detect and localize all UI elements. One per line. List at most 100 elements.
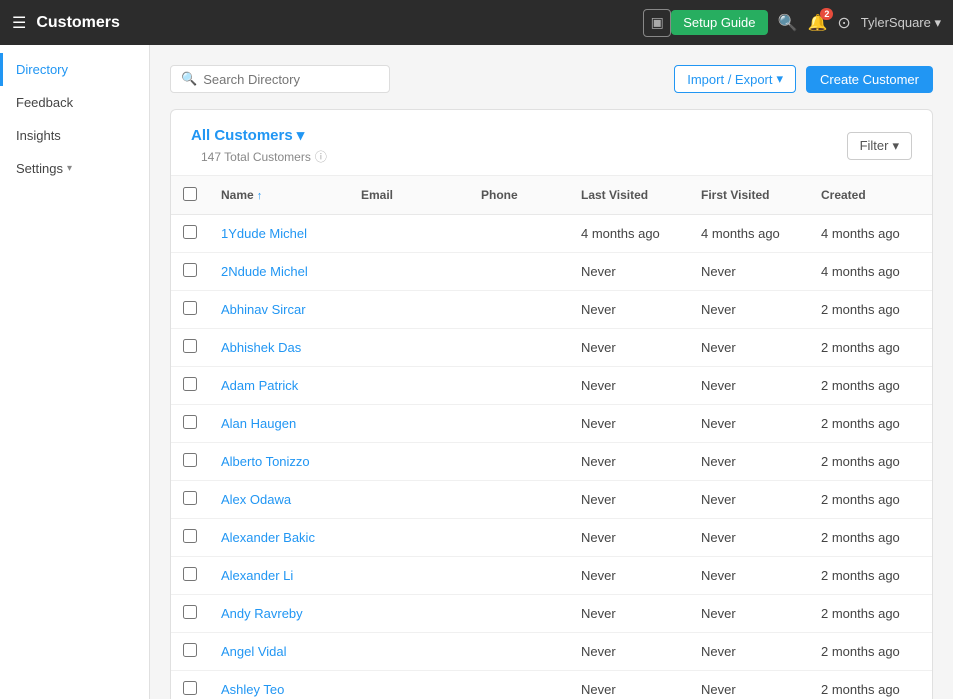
- row-checkbox-cell[interactable]: [171, 595, 209, 633]
- col-company-header[interactable]: Company: [929, 176, 933, 215]
- row-checkbox[interactable]: [183, 339, 197, 353]
- row-last-visited: Never: [569, 329, 689, 367]
- customer-name-link[interactable]: Alexander Li: [221, 568, 293, 583]
- customer-name-link[interactable]: Alan Haugen: [221, 416, 296, 431]
- row-checkbox[interactable]: [183, 567, 197, 581]
- row-name[interactable]: Alberto Tonizzo: [209, 443, 349, 481]
- row-last-visited: Never: [569, 253, 689, 291]
- row-checkbox-cell[interactable]: [171, 481, 209, 519]
- customer-name-link[interactable]: Abhinav Sircar: [221, 302, 306, 317]
- row-checkbox[interactable]: [183, 681, 197, 695]
- search-icon[interactable]: 🔍: [778, 13, 798, 33]
- row-name[interactable]: Alan Haugen: [209, 405, 349, 443]
- row-checkbox-cell[interactable]: [171, 633, 209, 671]
- col-last-visited-header[interactable]: Last Visited: [569, 176, 689, 215]
- setup-guide-button[interactable]: Setup Guide: [671, 10, 767, 35]
- row-last-visited: Never: [569, 595, 689, 633]
- row-checkbox[interactable]: [183, 529, 197, 543]
- table-row: Andy Ravreby Never Never 2 months ago: [171, 595, 933, 633]
- row-phone: [469, 557, 569, 595]
- customer-name-link[interactable]: Ashley Teo: [221, 682, 284, 697]
- col-created-header[interactable]: Created: [809, 176, 929, 215]
- row-checkbox[interactable]: [183, 453, 197, 467]
- row-name[interactable]: Angel Vidal: [209, 633, 349, 671]
- row-created: 2 months ago: [809, 481, 929, 519]
- row-company: [929, 595, 933, 633]
- row-phone: [469, 291, 569, 329]
- row-first-visited: Never: [689, 633, 809, 671]
- customer-name-link[interactable]: 1Ydude Michel: [221, 226, 307, 241]
- row-checkbox-cell[interactable]: [171, 215, 209, 253]
- row-checkbox-cell[interactable]: [171, 367, 209, 405]
- select-all-checkbox[interactable]: [183, 187, 197, 201]
- row-created: 2 months ago: [809, 519, 929, 557]
- customer-name-link[interactable]: Alexander Bakic: [221, 530, 315, 545]
- row-phone: [469, 253, 569, 291]
- import-export-button[interactable]: Import / Export ▾: [674, 65, 796, 93]
- row-checkbox-cell[interactable]: [171, 671, 209, 699]
- sidebar-item-label: Feedback: [16, 95, 73, 110]
- row-checkbox[interactable]: [183, 377, 197, 391]
- col-phone-header[interactable]: Phone: [469, 176, 569, 215]
- customer-name-link[interactable]: 2Ndude Michel: [221, 264, 308, 279]
- create-customer-button[interactable]: Create Customer: [806, 66, 933, 93]
- row-created: 2 months ago: [809, 291, 929, 329]
- search-icon: 🔍: [181, 71, 197, 87]
- customer-name-link[interactable]: Alex Odawa: [221, 492, 291, 507]
- customer-name-link[interactable]: Abhishek Das: [221, 340, 301, 355]
- row-name[interactable]: Alex Odawa: [209, 481, 349, 519]
- sidebar-item-settings[interactable]: Settings ▾: [0, 152, 149, 185]
- row-name[interactable]: Abhinav Sircar: [209, 291, 349, 329]
- select-all-header[interactable]: [171, 176, 209, 215]
- bell-icon[interactable]: 🔔 2: [807, 13, 827, 33]
- customer-name-link[interactable]: Alberto Tonizzo: [221, 454, 310, 469]
- row-checkbox[interactable]: [183, 491, 197, 505]
- row-checkbox-cell[interactable]: [171, 443, 209, 481]
- row-name[interactable]: Andy Ravreby: [209, 595, 349, 633]
- sidebar-item-directory[interactable]: Directory: [0, 53, 149, 86]
- row-checkbox-cell[interactable]: [171, 329, 209, 367]
- row-checkbox[interactable]: [183, 225, 197, 239]
- row-checkbox-cell[interactable]: [171, 291, 209, 329]
- customer-name-link[interactable]: Andy Ravreby: [221, 606, 303, 621]
- row-name[interactable]: Alexander Li: [209, 557, 349, 595]
- square-icon[interactable]: ▣: [643, 9, 671, 37]
- row-name[interactable]: 1Ydude Michel: [209, 215, 349, 253]
- filter-button[interactable]: Filter ▾: [847, 132, 912, 160]
- row-checkbox-cell[interactable]: [171, 557, 209, 595]
- row-name[interactable]: Adam Patrick: [209, 367, 349, 405]
- row-checkbox-cell[interactable]: [171, 405, 209, 443]
- row-first-visited: Never: [689, 291, 809, 329]
- help-icon[interactable]: ⊙: [837, 13, 850, 33]
- row-created: 2 months ago: [809, 671, 929, 699]
- row-name[interactable]: 2Ndude Michel: [209, 253, 349, 291]
- row-company: [929, 291, 933, 329]
- user-menu[interactable]: TylerSquare ▾: [861, 15, 941, 31]
- row-name[interactable]: Ashley Teo: [209, 671, 349, 699]
- row-checkbox[interactable]: [183, 415, 197, 429]
- row-name[interactable]: Abhishek Das: [209, 329, 349, 367]
- sidebar-item-insights[interactable]: Insights: [0, 119, 149, 152]
- search-input[interactable]: [203, 72, 379, 87]
- row-phone: [469, 367, 569, 405]
- row-checkbox[interactable]: [183, 263, 197, 277]
- row-email: [349, 443, 469, 481]
- row-name[interactable]: Alexander Bakic: [209, 519, 349, 557]
- sidebar-item-feedback[interactable]: Feedback: [0, 86, 149, 119]
- col-email-header[interactable]: Email: [349, 176, 469, 215]
- row-checkbox-cell[interactable]: [171, 519, 209, 557]
- row-checkbox[interactable]: [183, 301, 197, 315]
- row-company: [929, 481, 933, 519]
- row-checkbox[interactable]: [183, 605, 197, 619]
- table-row: 2Ndude Michel Never Never 4 months ago: [171, 253, 933, 291]
- menu-icon[interactable]: ☰: [12, 13, 26, 33]
- row-email: [349, 481, 469, 519]
- all-customers-title[interactable]: All Customers ▾: [191, 126, 327, 144]
- customer-name-link[interactable]: Adam Patrick: [221, 378, 298, 393]
- row-checkbox[interactable]: [183, 643, 197, 657]
- table-row: Alexander Bakic Never Never 2 months ago: [171, 519, 933, 557]
- row-checkbox-cell[interactable]: [171, 253, 209, 291]
- customer-name-link[interactable]: Angel Vidal: [221, 644, 287, 659]
- col-name-header[interactable]: Name: [209, 176, 349, 215]
- col-first-visited-header[interactable]: First Visited: [689, 176, 809, 215]
